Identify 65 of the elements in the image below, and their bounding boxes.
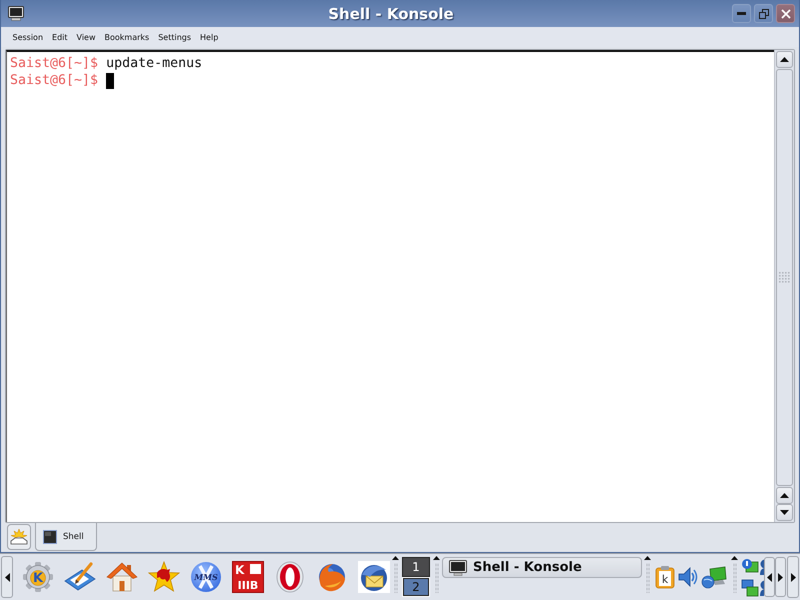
scrollbar[interactable] [774,50,794,522]
caret-icon [433,556,440,560]
caret-icon [644,556,651,560]
restore-icon [758,8,768,18]
menu-item[interactable]: View [72,32,100,42]
gear-icon[interactable]: K [22,561,54,593]
terminal-screen[interactable]: Saist@6[~]$ update-menus Saist@6[~]$ [6,50,774,522]
menu-item[interactable]: Help [196,32,223,42]
logo-text: K [235,563,244,577]
caret-icon [731,556,738,560]
scrollbar-thumb[interactable] [776,69,793,486]
session-tab[interactable]: Shell [35,523,97,551]
monitor-icon [449,560,467,576]
desktop-button[interactable]: 1 [402,557,430,577]
scroll-up-button[interactable] [776,487,793,504]
menu-item[interactable]: Settings [154,32,196,42]
square-icon [250,564,261,574]
logo-text: k [662,573,668,586]
close-icon [780,8,790,18]
home-icon[interactable] [106,561,138,593]
speaker-icon[interactable] [678,565,698,589]
prompt-text: Saist@6[~]$ [10,72,98,89]
window-title: Shell - Konsole [328,4,454,22]
scroll-left-button[interactable] [764,557,775,597]
star-icon[interactable] [148,561,180,593]
new-tab-button[interactable] [7,524,31,550]
command-text: update-menus [106,55,202,72]
monitors-icon[interactable] [741,578,759,596]
ring-icon[interactable] [274,561,306,593]
globe-monitor-icon[interactable] [741,558,759,576]
menu-item[interactable]: Session [8,32,48,42]
up-arrow-icon [780,57,789,62]
logo-text: K [32,571,44,586]
prompt-text: Saist@6[~]$ [10,55,98,72]
scroll-up-button[interactable] [776,51,793,68]
fox-globe-icon[interactable] [316,561,348,593]
clipboard-icon[interactable]: k [655,565,675,589]
minimize-icon [737,12,746,15]
scroll-right-button[interactable] [775,557,786,597]
left-arrow-icon [4,572,10,582]
person-icon[interactable] [759,580,764,596]
bird-globe-icon[interactable] [358,561,390,593]
left-arrow-icon [767,572,772,582]
close-button[interactable] [776,4,795,23]
person-icon[interactable] [759,558,764,574]
starburst-icon [10,528,28,546]
scroll-right-button[interactable] [787,556,799,598]
grip-icon [779,272,790,283]
terminal-icon[interactable] [8,6,24,21]
task-button[interactable]: Shell - Konsole [442,557,642,578]
up-arrow-icon [780,493,789,498]
restore-button[interactable] [754,4,773,23]
caret-icon [392,556,399,560]
scroll-down-button[interactable] [776,504,793,521]
scroll-left-button[interactable] [1,556,13,598]
logo-text: IIIB [238,579,258,592]
desktop-button[interactable]: 2 [402,577,430,597]
letter-tile-icon[interactable]: K IIIB [232,561,264,593]
terminal-icon [43,530,57,544]
minimize-button[interactable] [732,4,751,23]
menu-item[interactable]: Bookmarks [100,32,154,42]
network-icon[interactable] [701,565,727,589]
pencil-icon[interactable] [64,561,96,593]
down-arrow-icon [780,510,789,515]
menu-item[interactable]: Edit [48,32,72,42]
